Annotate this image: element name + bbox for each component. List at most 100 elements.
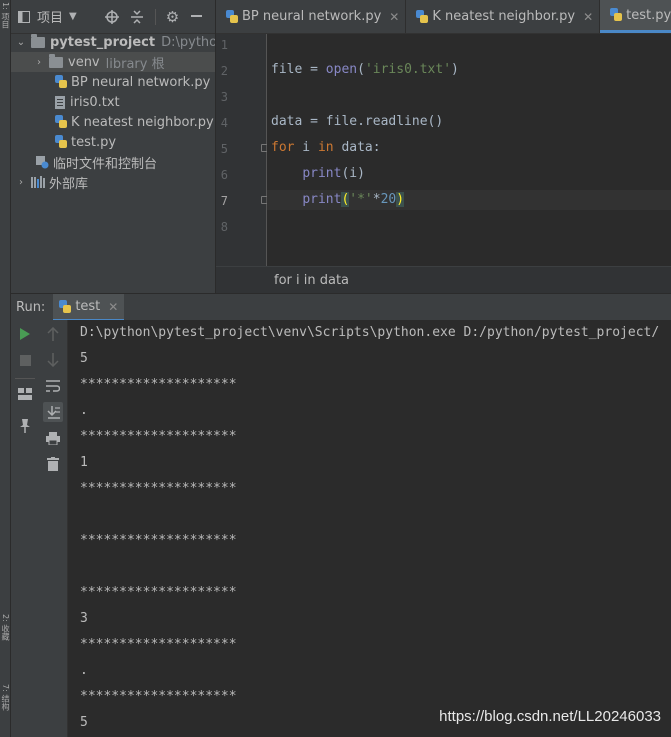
- tab-k-neatest-neighbor[interactable]: K neatest neighbor.py ✕: [406, 0, 601, 33]
- tree-item-scratches[interactable]: 临时文件和控制台: [35, 152, 157, 172]
- python-file-icon: [59, 299, 72, 314]
- console-line: ********************: [80, 533, 237, 548]
- code-line-2: file = open('iris0.txt'): [271, 62, 459, 77]
- scroll-to-end-icon[interactable]: [43, 402, 63, 422]
- console-line: ********************: [80, 585, 237, 600]
- tree-item-venv[interactable]: › venv library 根: [11, 52, 215, 72]
- line-number-current: 7: [220, 194, 228, 208]
- trash-icon[interactable]: [43, 454, 63, 474]
- file-label: K neatest neighbor.py: [71, 114, 214, 130]
- console-line: ********************: [80, 689, 237, 704]
- run-panel-header: Run: test ✕: [11, 293, 671, 321]
- run-panel-label: Run:: [16, 300, 46, 315]
- code-line-7: print('*'*20): [267, 190, 671, 210]
- project-panel-header: 项目 ▼ ⚙: [11, 0, 215, 34]
- file-label: BP neural network.py: [71, 74, 211, 90]
- console-line: 5: [80, 351, 88, 366]
- breadcrumb-item[interactable]: for i in data: [274, 273, 349, 288]
- console-line: 5: [80, 715, 88, 730]
- tab-bp-neural-network[interactable]: BP neural network.py ✕: [216, 0, 407, 33]
- layout-icon[interactable]: [15, 384, 35, 404]
- tree-item-external-libraries[interactable]: › 外部库: [11, 172, 88, 192]
- arrow-up-icon[interactable]: [43, 324, 63, 344]
- folder-icon: [31, 33, 45, 48]
- run-console[interactable]: D:\python\pytest_project\venv\Scripts\py…: [68, 320, 671, 737]
- favorites-tool-button[interactable]: 2: 收藏: [0, 614, 10, 664]
- project-view-icon: [17, 10, 31, 23]
- run-config-label: test: [75, 299, 101, 314]
- text-file-icon: [55, 95, 65, 109]
- chevron-down-icon[interactable]: ⌄: [15, 37, 27, 48]
- tool-window-strip: 1: 项目 2: 收藏 7: 结构: [0, 0, 11, 737]
- venv-library-root-label: library 根: [105, 56, 165, 72]
- console-line: ********************: [80, 429, 237, 444]
- project-root-label: pytest_project: [50, 34, 156, 50]
- console-line: ********************: [80, 481, 237, 496]
- structure-tool-button[interactable]: 7: 结构: [0, 684, 10, 734]
- close-icon[interactable]: ✕: [389, 10, 399, 24]
- project-panel: 项目 ▼ ⚙ ⌄ pytest_project D:\python\p › ve…: [11, 0, 215, 293]
- folder-icon: [49, 53, 63, 68]
- console-line: 1: [80, 455, 88, 470]
- tree-item-test-py[interactable]: test.py: [55, 132, 116, 152]
- run-toolbar-primary: [11, 320, 39, 737]
- project-tool-button[interactable]: 1: 项目: [0, 2, 10, 42]
- python-file-icon: [55, 75, 67, 89]
- chevron-right-icon[interactable]: ›: [33, 57, 45, 68]
- scratches-label: 临时文件和控制台: [53, 156, 158, 172]
- print-icon[interactable]: [43, 428, 63, 448]
- python-file-icon: [226, 9, 238, 24]
- python-file-icon: [416, 9, 429, 24]
- tab-label: BP neural network.py: [242, 9, 382, 24]
- chevron-right-icon[interactable]: ›: [15, 177, 27, 188]
- breadcrumb: for i in data: [216, 266, 671, 294]
- libraries-icon: [31, 176, 45, 188]
- target-icon[interactable]: [104, 9, 119, 24]
- external-libraries-label: 外部库: [49, 176, 89, 192]
- editor-gutter: 1 2 3 4 5 6 7 8: [216, 34, 269, 266]
- tab-test-py[interactable]: test.py ✕: [600, 0, 671, 33]
- close-icon[interactable]: ✕: [108, 300, 118, 314]
- line-number: 1: [220, 38, 228, 52]
- tree-item-project-root[interactable]: ⌄ pytest_project D:\python\p: [11, 32, 215, 52]
- scratches-icon: [35, 155, 49, 169]
- console-line: 3: [80, 611, 88, 626]
- soft-wrap-icon[interactable]: [43, 376, 63, 396]
- code-line-5: for i in data:: [271, 140, 381, 155]
- arrow-down-icon[interactable]: [43, 350, 63, 370]
- gear-icon[interactable]: ⚙: [166, 8, 179, 26]
- close-icon[interactable]: ✕: [583, 10, 593, 24]
- pin-icon[interactable]: [15, 416, 35, 436]
- line-number: 8: [220, 220, 228, 234]
- file-label: test.py: [71, 134, 117, 150]
- console-line: .: [80, 403, 88, 418]
- watermark: https://blog.csdn.net/LL20246033: [439, 708, 661, 725]
- minimize-icon[interactable]: [191, 15, 203, 18]
- project-root-path: D:\python\p: [161, 34, 215, 50]
- collapse-icon[interactable]: [130, 9, 143, 24]
- python-file-icon: [610, 8, 623, 22]
- chevron-down-icon[interactable]: ▼: [69, 11, 77, 22]
- project-panel-title[interactable]: 项目: [37, 7, 63, 26]
- rerun-button[interactable]: [15, 324, 35, 344]
- tab-label: K neatest neighbor.py: [432, 9, 576, 24]
- run-config-tab[interactable]: test ✕: [53, 294, 125, 321]
- tree-item-k-neatest-neighbor[interactable]: K neatest neighbor.py: [55, 112, 214, 132]
- editor-tabs: BP neural network.py ✕ K neatest neighbo…: [216, 0, 671, 34]
- console-line: D:\python\pytest_project\venv\Scripts\py…: [80, 325, 660, 340]
- toolbar-divider: [15, 378, 35, 379]
- line-number: 6: [220, 168, 228, 182]
- code-line-6: print(i): [302, 166, 365, 181]
- python-file-icon: [55, 135, 67, 149]
- line-number: 5: [220, 142, 228, 156]
- line-number: 2: [220, 64, 228, 78]
- code-editor[interactable]: file = open('iris0.txt') data = file.rea…: [267, 34, 671, 266]
- tree-item-iris0-txt[interactable]: iris0.txt: [55, 92, 120, 112]
- code-line-4: data = file.readline(): [271, 114, 444, 129]
- console-line: .: [80, 663, 88, 678]
- tree-item-bp-neural-network[interactable]: BP neural network.py: [55, 72, 210, 92]
- run-toolbar-secondary: [39, 320, 68, 737]
- file-label: iris0.txt: [70, 94, 120, 110]
- stop-button[interactable]: [15, 350, 35, 370]
- python-file-icon: [55, 115, 67, 129]
